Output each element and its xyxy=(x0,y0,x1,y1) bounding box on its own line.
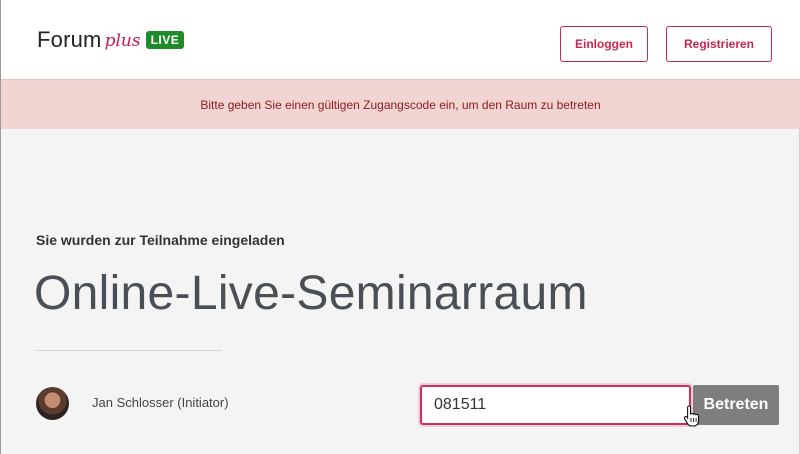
host-name: Jan Schlosser (Initiator) xyxy=(92,395,229,410)
join-button[interactable]: Betreten xyxy=(693,385,779,425)
logo-forum-text: Forum xyxy=(37,27,102,52)
logo-plus-text: plus xyxy=(104,31,141,51)
forumplus-live-logo[interactable]: Forum plus LIVE xyxy=(37,26,185,54)
login-button[interactable]: Einloggen xyxy=(560,26,648,62)
logo-live-badge: LIVE xyxy=(145,31,185,49)
access-code-alert: Bitte geben Sie einen gültigen Zugangsco… xyxy=(1,79,800,129)
register-button[interactable]: Registrieren xyxy=(666,26,772,62)
host-avatar xyxy=(36,387,69,420)
title-divider xyxy=(36,350,222,351)
access-code-input[interactable] xyxy=(420,385,691,425)
invitation-label: Sie wurden zur Teilnahme eingeladen xyxy=(36,232,285,248)
top-header: Forum plus LIVE Einloggen Registrieren xyxy=(1,0,800,88)
room-title: Online-Live-Seminarraum xyxy=(34,267,588,320)
hand-pointer-icon xyxy=(683,405,700,427)
